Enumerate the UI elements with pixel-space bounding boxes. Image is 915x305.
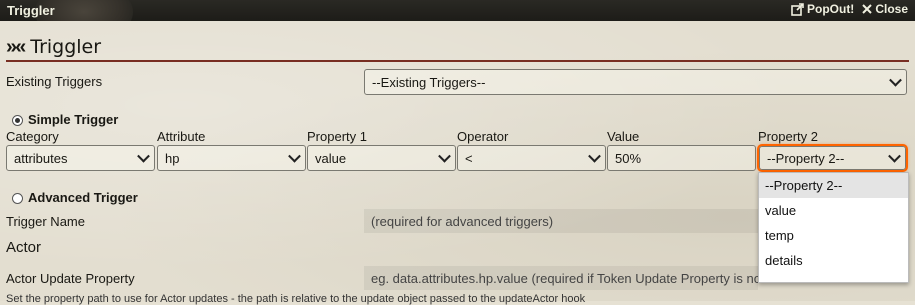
operator-select[interactable]: < [457,145,606,171]
trigger-name-input[interactable]: (required for advanced triggers) [364,209,758,233]
close-label: Close [875,2,908,16]
simple-trigger-label: Simple Trigger [28,112,119,127]
popout-button[interactable]: PopOut! [791,2,854,16]
attribute-select[interactable]: hp [157,145,306,171]
actor-update-placeholder: eg. data.attributes.hp.value (required i… [371,270,758,286]
window-controls: PopOut! Close [791,2,908,16]
chevron-down-icon [288,149,301,163]
column-attribute: Attribute [157,129,206,144]
attribute-value: hp [165,150,180,166]
actor-update-hint: Set the property path to use for Actor u… [6,293,586,305]
property2-value: --Property 2-- [767,150,845,166]
property2-dropdown-list: --Property 2-- value temp details [758,172,909,283]
triggler-icon: »« [6,35,26,58]
chevron-down-icon [438,149,451,163]
page-title-text: Triggler [30,36,102,58]
column-property1: Property 1 [307,129,367,144]
actor-update-label: Actor Update Property [6,271,135,286]
category-value: attributes [14,150,68,166]
chevron-down-icon [137,149,150,163]
property1-select[interactable]: value [307,145,456,171]
close-button[interactable]: Close [862,2,908,16]
dropdown-option[interactable]: value [759,198,908,223]
chevron-down-icon [888,149,901,163]
window-title: Triggler [7,3,55,18]
dropdown-option[interactable]: temp [759,223,908,248]
category-select[interactable]: attributes [6,145,155,171]
popout-icon [791,2,804,16]
existing-triggers-label: Existing Triggers [6,74,103,89]
trigger-name-label: Trigger Name [6,214,85,229]
column-operator: Operator [457,129,509,144]
close-icon [862,4,873,14]
simple-trigger-radio[interactable] [12,115,23,126]
property1-value: value [315,150,347,166]
existing-triggers-select[interactable]: --Existing Triggers-- [364,69,907,95]
column-property2: Property 2 [758,129,818,144]
actor-heading: Actor [6,239,42,256]
actor-update-input[interactable]: eg. data.attributes.hp.value (required i… [364,266,758,290]
trigger-name-placeholder: (required for advanced triggers) [371,213,554,229]
dropdown-option[interactable]: details [759,248,908,273]
property2-select[interactable]: --Property 2-- [757,144,908,172]
existing-triggers-value: --Existing Triggers-- [372,74,486,90]
advanced-trigger-radio[interactable] [12,193,23,204]
page-title: »« Triggler [6,34,909,62]
column-value: Value [607,129,640,144]
advanced-trigger-label: Advanced Trigger [28,190,138,205]
operator-value: < [465,150,473,166]
chevron-down-icon [889,73,902,87]
chevron-down-icon [588,149,601,163]
dropdown-option[interactable]: --Property 2-- [759,173,908,198]
value-text: 50% [615,150,642,166]
value-input[interactable]: 50% [607,145,756,171]
column-category: Category [6,129,59,144]
window-header: Triggler PopOut! Close [0,0,915,21]
popout-label: PopOut! [806,2,855,16]
